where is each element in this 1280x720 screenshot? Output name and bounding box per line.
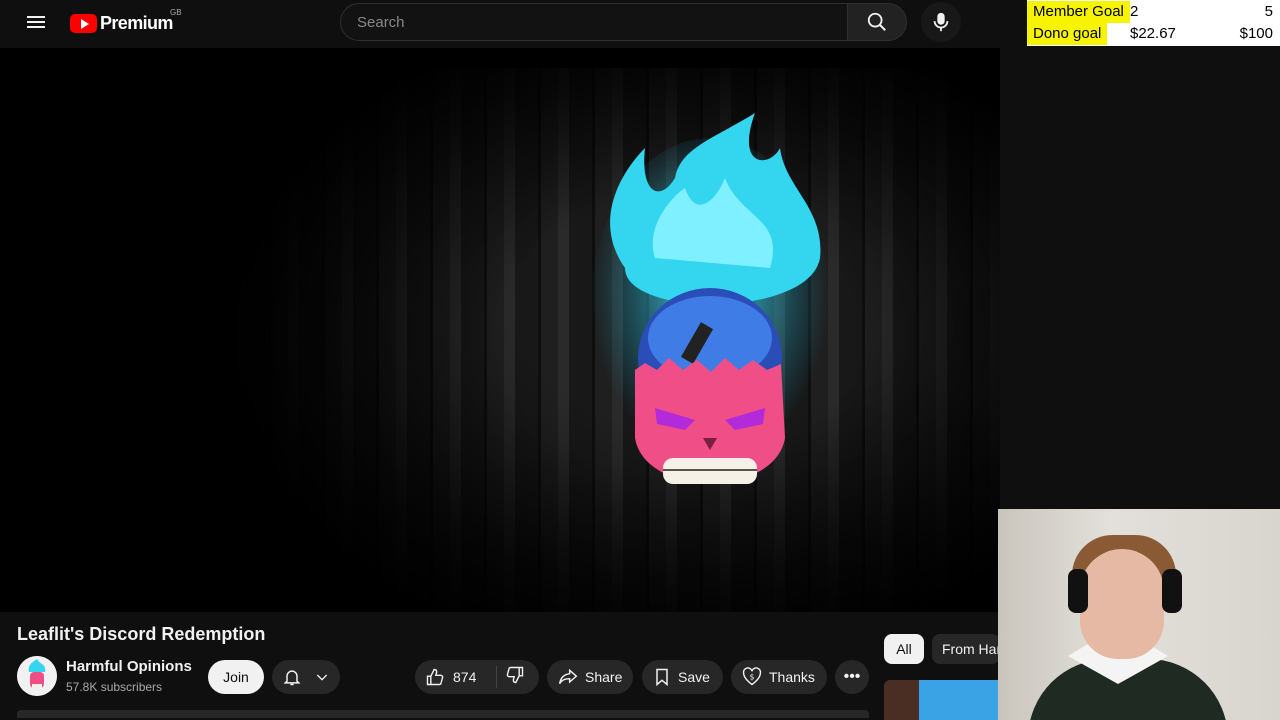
- menu-icon[interactable]: [24, 13, 48, 35]
- chip-all[interactable]: All: [884, 634, 924, 664]
- chevron-down-icon: [316, 674, 328, 681]
- flaming-skull-logo: [590, 113, 830, 484]
- description-box-top: [17, 710, 869, 718]
- country-code: GB: [170, 8, 182, 17]
- dono-goal-target: $100: [1239, 25, 1273, 42]
- search-input[interactable]: Search: [340, 3, 848, 41]
- stream-goals-overlay: Member Goal 2 5 Dono goal $22.67 $100: [1027, 0, 1280, 46]
- thumbs-up-icon: [426, 668, 444, 686]
- share-icon: [558, 668, 578, 685]
- save-label: Save: [678, 669, 710, 685]
- bell-icon: [283, 670, 301, 686]
- like-dislike-group: 874: [415, 660, 539, 694]
- more-icon: •••: [843, 668, 861, 685]
- channel-avatar[interactable]: [17, 656, 57, 696]
- recommended-video-thumbnail[interactable]: [884, 680, 1000, 720]
- share-button[interactable]: Share: [547, 660, 633, 694]
- svg-text:$: $: [750, 673, 755, 682]
- headset-icon: [1068, 569, 1088, 613]
- channel-name[interactable]: Harmful Opinions: [66, 658, 192, 675]
- search-icon: [867, 12, 886, 31]
- webcam-overlay: [998, 509, 1280, 720]
- youtube-premium-logo[interactable]: Premium: [70, 12, 173, 34]
- webcam-person-face: [1080, 549, 1164, 659]
- search-placeholder: Search: [357, 14, 405, 31]
- thumbs-down-icon: [506, 666, 524, 683]
- member-goal-target: 5: [1264, 3, 1273, 20]
- member-goal-current: 2: [1130, 3, 1139, 20]
- youtube-logo-icon: [70, 13, 97, 33]
- member-goal-label: Member Goal: [1027, 1, 1130, 23]
- dono-goal-current: $22.67: [1130, 25, 1176, 42]
- notifications-button[interactable]: [272, 660, 340, 694]
- avatar-skull-icon: [17, 656, 57, 696]
- more-actions-button[interactable]: •••: [835, 660, 869, 694]
- subscriber-count: 57.8K subscribers: [66, 680, 163, 694]
- thanks-heart-dollar-icon: $: [742, 667, 762, 686]
- logo-text: Premium: [100, 12, 173, 33]
- dono-goal-row: Dono goal $22.67 $100: [1027, 23, 1280, 45]
- like-button[interactable]: 874: [415, 666, 497, 688]
- share-label: Share: [585, 669, 623, 685]
- chip-from-channel[interactable]: From Har: [932, 634, 1000, 664]
- voice-search-button[interactable]: [921, 2, 961, 42]
- video-player[interactable]: [0, 48, 1000, 612]
- save-button[interactable]: Save: [642, 660, 723, 694]
- join-button[interactable]: Join: [208, 660, 264, 694]
- bookmark-icon: [656, 668, 668, 687]
- dono-goal-label: Dono goal: [1027, 23, 1108, 45]
- microphone-icon: [933, 12, 949, 32]
- like-count: 874: [453, 669, 477, 685]
- video-title: Leaflit's Discord Redemption: [17, 624, 266, 644]
- thanks-label: Thanks: [769, 669, 815, 685]
- search-button[interactable]: [847, 3, 907, 41]
- thanks-button[interactable]: $ Thanks: [731, 660, 827, 694]
- member-goal-row: Member Goal 2 5: [1027, 1, 1280, 23]
- dislike-button[interactable]: [497, 665, 525, 690]
